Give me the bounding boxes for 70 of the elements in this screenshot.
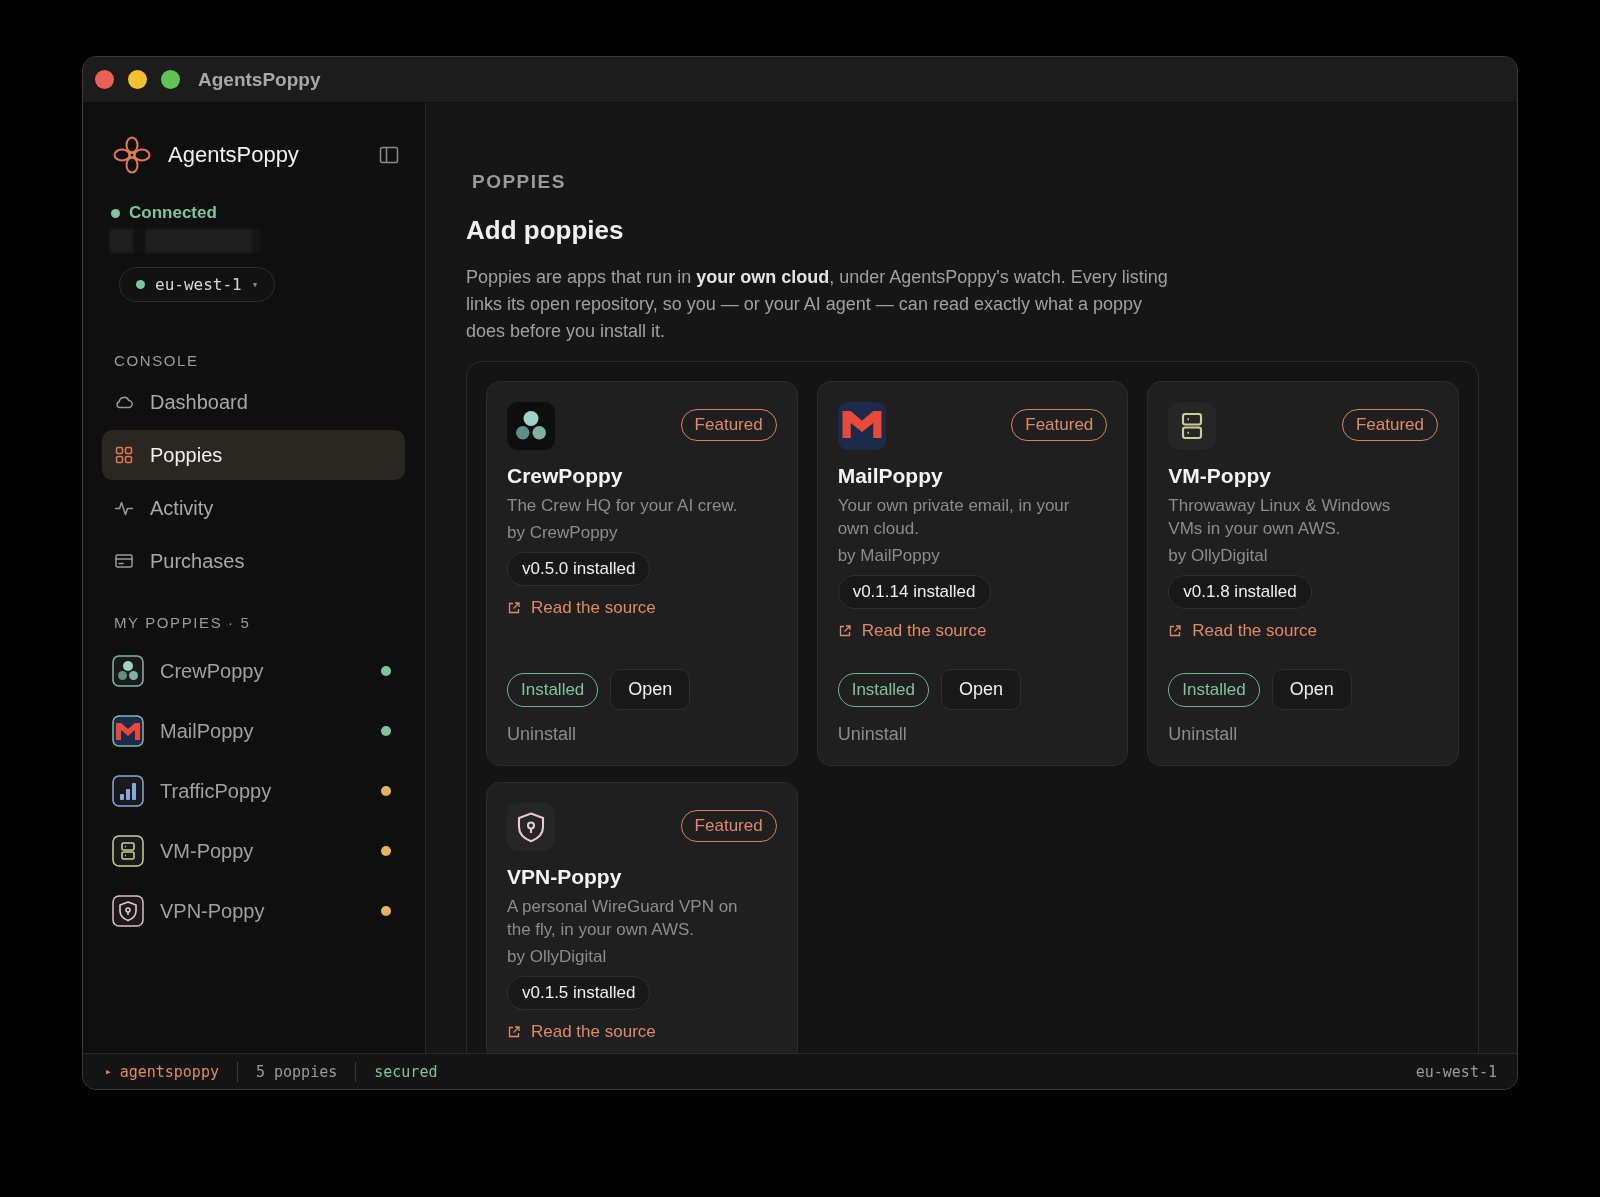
source-link[interactable]: Read the source: [507, 1022, 656, 1042]
intro-text: Poppies are apps that run in your own cloud, under AgentsPoppy's watch. Every listing links its open repository, so you — or your AI agent — can read exactly what a poppy does before you install it.: [466, 266, 1169, 343]
nav-item[interactable]: Dashboard: [102, 377, 405, 427]
card-title: VPN-Poppy: [507, 865, 623, 889]
status-dot: [111, 208, 120, 218]
circles-icon: [112, 655, 144, 687]
sidebar-item[interactable]: VPN-Poppy: [102, 881, 405, 941]
uninstall-link[interactable]: Uninstall: [507, 724, 577, 745]
card-description: A personal WireGuard VPN on the fly, in your own AWS.: [507, 896, 739, 941]
flower-logo-icon: [112, 135, 152, 175]
circles-icon: [507, 402, 555, 450]
sidebar-item[interactable]: VM-Poppy: [102, 821, 405, 881]
mail-icon: [837, 402, 886, 450]
status-count: 5 poppies: [255, 1062, 338, 1081]
version-pill: v0.5.0 installed: [507, 552, 651, 586]
status-user: agentspoppy: [119, 1062, 219, 1081]
card-title: MailPoppy: [837, 464, 944, 488]
server-icon: [1168, 402, 1217, 450]
external-link-icon: [507, 601, 521, 615]
connection-status: Connected: [129, 203, 217, 223]
shield-icon: [507, 803, 555, 851]
card-author: by OllyDigital: [1168, 546, 1269, 566]
external-link-icon: [1168, 624, 1183, 638]
card-title: VM-Poppy: [1168, 464, 1272, 488]
status-region: eu-west-1: [1415, 1062, 1497, 1081]
uninstall-link[interactable]: Uninstall: [1168, 724, 1238, 745]
zoom-button[interactable]: [161, 70, 180, 89]
open-button[interactable]: Open: [941, 669, 1022, 710]
source-link[interactable]: Read the source: [837, 621, 987, 641]
section-heading: MY POPPIES · 5: [114, 614, 252, 631]
sidebar-item[interactable]: MailPoppy: [102, 701, 405, 761]
page-title: Add poppies: [466, 215, 625, 246]
status-security: secured: [374, 1062, 438, 1081]
sidebar-item[interactable]: CrewPoppy: [102, 641, 405, 701]
nav-item[interactable]: Poppies: [102, 430, 405, 480]
section-heading: CONSOLE: [114, 352, 200, 369]
card-author: by OllyDigital: [507, 947, 608, 967]
close-button[interactable]: [95, 70, 114, 89]
card-description: Throwaway Linux & Windows VMs in your own AWS.: [1168, 495, 1392, 540]
external-link-icon: [507, 1025, 521, 1039]
card-author: by CrewPoppy: [507, 523, 619, 543]
uninstall-link[interactable]: Uninstall: [837, 724, 907, 745]
brand-name: AgentsPoppy: [168, 142, 300, 168]
external-link-icon: [837, 624, 852, 638]
source-link[interactable]: Read the source: [1168, 621, 1318, 641]
card-description: Your own private email, in your own cloud.: [837, 495, 1071, 540]
card-author: by MailPoppy: [837, 546, 941, 566]
version-pill: v0.1.14 installed: [837, 575, 991, 609]
source-link[interactable]: Read the source: [507, 598, 656, 618]
nav-item[interactable]: Activity: [102, 483, 405, 533]
sidebar-item[interactable]: TrafficPoppy: [102, 761, 405, 821]
card-icon: [114, 551, 134, 571]
grid-icon: [114, 445, 134, 465]
region-selector[interactable]: eu-west-1 ▾: [119, 267, 276, 302]
sidebar-toggle-icon[interactable]: [379, 145, 399, 165]
nav-item[interactable]: Purchases: [102, 536, 405, 586]
bar-chart-icon: [112, 775, 144, 807]
open-button[interactable]: Open: [610, 669, 691, 710]
version-pill: v0.1.5 installed: [507, 976, 651, 1010]
shield-icon: [112, 895, 144, 927]
minimize-button[interactable]: [128, 70, 147, 89]
card-description: The Crew HQ for your AI crew.: [507, 495, 739, 517]
prompt-marker: ▸: [105, 1065, 112, 1078]
version-pill: v0.1.8 installed: [1168, 575, 1312, 609]
page-eyebrow: POPPIES: [472, 171, 567, 193]
card-title: CrewPoppy: [507, 464, 624, 488]
window-title: AgentsPoppy: [198, 68, 321, 91]
open-button[interactable]: Open: [1271, 669, 1352, 710]
mail-icon: [112, 715, 144, 747]
server-icon: [112, 835, 144, 867]
